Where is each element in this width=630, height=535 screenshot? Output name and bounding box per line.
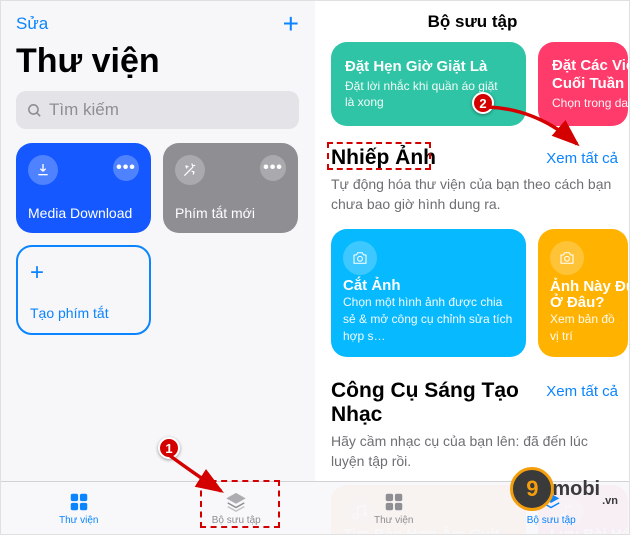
grid-icon [67,491,91,513]
section-header-photo: Nhiếp Ảnh Xem tất cả [331,146,630,170]
download-icon [28,155,58,185]
shortcut-photo-location[interactable]: Ảnh Này Được Ở Đâu? Xem bản đồ vị trí [538,229,628,357]
grid-icon [382,491,406,513]
layers-icon [224,491,248,513]
card-label: Phím tắt mới [175,205,286,221]
card-label: Media Download [28,205,139,221]
promo-weekend[interactable]: Đặt Các Việc Cuối Tuần Chọn trong danh [538,42,628,126]
shortcut-desc: Xem bản đồ vị trí [550,311,616,345]
add-button[interactable]: + [283,10,299,38]
search-placeholder: Tìm kiếm [49,100,119,120]
camera-icon [343,241,377,275]
page-title: Thư viện [0,38,315,91]
section-desc: Tự động hóa thư viện của bạn theo cách b… [331,170,630,229]
shortcut-title: Cắt Ảnh [343,277,514,294]
header: Sửa + [0,0,315,38]
tab-label: Thư viện [59,515,99,526]
shortcut-cards: ••• Media Download ••• Phím tắt mới [0,143,315,233]
section-title: Nhiếp Ảnh [331,146,436,170]
promo-title: Đặt Hẹn Giờ Giặt Là [345,58,512,75]
search-icon [26,102,43,119]
tab-gallery[interactable]: Bộ sưu tập [473,482,630,535]
tab-library[interactable]: Thư viện [315,482,473,535]
screen-gallery: Bộ sưu tập Đặt Hẹn Giờ Giặt Là Đặt lời n… [315,0,630,535]
section-desc: Hãy cầm nhạc cụ của bạn lên: đã đến lúc … [331,427,630,486]
photo-shortcuts: Cắt Ảnh Chọn một hình ảnh được chia sẻ &… [331,229,630,357]
plus-icon: + [30,259,137,287]
shortcut-media-download[interactable]: ••• Media Download [16,143,151,233]
promo-title: Cuối Tuần [552,75,614,92]
shortcut-title: Ở Đâu? [550,294,616,311]
page-title: Bộ sưu tập [315,0,630,42]
screen-library: Sửa + Thư viện Tìm kiếm ••• Media Downlo… [0,0,315,535]
shortcut-desc: Chọn một hình ảnh được chia sẻ & mở công… [343,294,514,344]
promo-row: Đặt Hẹn Giờ Giặt Là Đặt lời nhắc khi quầ… [331,42,630,126]
tab-bar: Thư viện Bộ sưu tập [315,481,630,535]
camera-icon [550,241,584,275]
promo-desc: Đặt lời nhắc khi quần áo giặt [345,78,512,94]
promo-desc: Chọn trong danh [552,95,614,111]
tab-gallery[interactable]: Bộ sưu tập [158,482,316,535]
search-input[interactable]: Tìm kiếm [16,91,299,129]
layers-icon [539,491,563,513]
promo-title: Đặt Các Việc [552,57,614,74]
tab-label: Thư viện [374,515,414,526]
create-label: Tạo phím tắt [30,305,137,321]
promo-desc: là xong [345,94,512,110]
more-icon[interactable]: ••• [260,155,286,181]
tab-bar: Thư viện Bộ sưu tập [0,481,315,535]
shortcut-crop-image[interactable]: Cắt Ảnh Chọn một hình ảnh được chia sẻ &… [331,229,526,357]
tab-label: Bộ sưu tập [527,515,576,526]
wand-icon [175,155,205,185]
shortcut-title: Ảnh Này Được [550,278,616,295]
create-shortcut-button[interactable]: + Tạo phím tắt [16,245,151,335]
shortcut-new[interactable]: ••• Phím tắt mới [163,143,298,233]
tab-label: Bộ sưu tập [212,515,261,526]
edit-button[interactable]: Sửa [16,14,48,34]
see-all-link[interactable]: Xem tất cả [546,150,618,167]
section-header-music: Công Cụ Sáng Tạo Nhạc Xem tất cả [331,379,630,427]
section-title: Công Cụ Sáng Tạo Nhạc [331,379,546,427]
promo-laundry[interactable]: Đặt Hẹn Giờ Giặt Là Đặt lời nhắc khi quầ… [331,42,526,126]
see-all-link[interactable]: Xem tất cả [546,383,618,400]
tab-library[interactable]: Thư viện [0,482,158,535]
more-icon[interactable]: ••• [113,155,139,181]
